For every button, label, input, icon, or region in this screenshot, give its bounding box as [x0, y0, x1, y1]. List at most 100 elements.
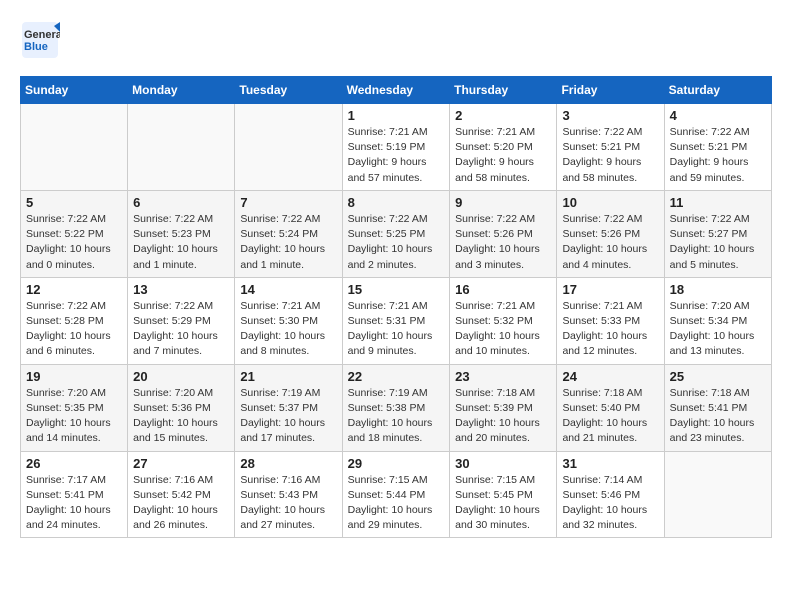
day-number: 31: [562, 456, 658, 471]
header: General Blue: [20, 20, 772, 60]
day-info: Sunrise: 7:21 AMSunset: 5:20 PMDaylight:…: [455, 125, 551, 186]
day-number: 8: [348, 195, 445, 210]
day-number: 2: [455, 108, 551, 123]
day-number: 18: [670, 282, 766, 297]
logo-container: General Blue: [20, 20, 60, 60]
calendar-cell: 17 Sunrise: 7:21 AMSunset: 5:33 PMDayligh…: [557, 277, 664, 364]
calendar-cell: 31 Sunrise: 7:14 AMSunset: 5:46 PMDayligh…: [557, 451, 664, 538]
calendar-cell: 10 Sunrise: 7:22 AMSunset: 5:26 PMDayligh…: [557, 190, 664, 277]
day-number: 14: [240, 282, 336, 297]
weekday-header: Tuesday: [235, 77, 342, 104]
calendar-cell: [128, 104, 235, 191]
calendar-cell: 21 Sunrise: 7:19 AMSunset: 5:37 PMDayligh…: [235, 364, 342, 451]
calendar-cell: 28 Sunrise: 7:16 AMSunset: 5:43 PMDayligh…: [235, 451, 342, 538]
day-info: Sunrise: 7:21 AMSunset: 5:33 PMDaylight:…: [562, 299, 658, 360]
calendar-cell: 25Sunrise: 7:18 AMSunset: 5:41 PMDayligh…: [664, 364, 771, 451]
calendar-week-row: 1Sunrise: 7:21 AMSunset: 5:19 PMDaylight…: [21, 104, 772, 191]
weekday-header: Saturday: [664, 77, 771, 104]
calendar-cell: 24 Sunrise: 7:18 AMSunset: 5:40 PMDayligh…: [557, 364, 664, 451]
day-info: Sunrise: 7:15 AMSunset: 5:44 PMDaylight:…: [348, 473, 445, 534]
calendar-cell: 20 Sunrise: 7:20 AMSunset: 5:36 PMDayligh…: [128, 364, 235, 451]
calendar-cell: 15 Sunrise: 7:21 AMSunset: 5:31 PMDayligh…: [342, 277, 450, 364]
day-number: 19: [26, 369, 122, 384]
day-number: 3: [562, 108, 658, 123]
calendar-cell: 19 Sunrise: 7:20 AMSunset: 5:35 PMDayligh…: [21, 364, 128, 451]
calendar-cell: 2 Sunrise: 7:21 AMSunset: 5:20 PMDaylight…: [450, 104, 557, 191]
day-info: Sunrise: 7:22 AMSunset: 5:21 PMDaylight:…: [562, 125, 658, 186]
day-number: 9: [455, 195, 551, 210]
calendar-cell: 5 Sunrise: 7:22 AMSunset: 5:22 PMDaylight…: [21, 190, 128, 277]
calendar-header: SundayMondayTuesdayWednesdayThursdayFrid…: [21, 77, 772, 104]
day-info: Sunrise: 7:22 AMSunset: 5:26 PMDaylight:…: [562, 212, 658, 273]
calendar-cell: 30Sunrise: 7:15 AMSunset: 5:45 PMDayligh…: [450, 451, 557, 538]
day-info: Sunrise: 7:22 AMSunset: 5:23 PMDaylight:…: [133, 212, 229, 273]
calendar-cell: 26 Sunrise: 7:17 AMSunset: 5:41 PMDayligh…: [21, 451, 128, 538]
day-number: 26: [26, 456, 122, 471]
day-number: 11: [670, 195, 766, 210]
calendar-week-row: 26 Sunrise: 7:17 AMSunset: 5:41 PMDayligh…: [21, 451, 772, 538]
day-info: Sunrise: 7:22 AMSunset: 5:26 PMDaylight:…: [455, 212, 551, 273]
day-number: 15: [348, 282, 445, 297]
day-number: 22: [348, 369, 445, 384]
calendar-cell: 12Sunrise: 7:22 AMSunset: 5:28 PMDayligh…: [21, 277, 128, 364]
calendar-cell: 4 Sunrise: 7:22 AMSunset: 5:21 PMDaylight…: [664, 104, 771, 191]
day-number: 17: [562, 282, 658, 297]
calendar-cell: 18 Sunrise: 7:20 AMSunset: 5:34 PMDayligh…: [664, 277, 771, 364]
day-info: Sunrise: 7:19 AMSunset: 5:38 PMDaylight:…: [348, 386, 445, 447]
calendar-cell: 29 Sunrise: 7:15 AMSunset: 5:44 PMDayligh…: [342, 451, 450, 538]
calendar-cell: 3 Sunrise: 7:22 AMSunset: 5:21 PMDaylight…: [557, 104, 664, 191]
day-info: Sunrise: 7:18 AMSunset: 5:41 PMDaylight:…: [670, 386, 766, 447]
day-number: 4: [670, 108, 766, 123]
weekday-header: Thursday: [450, 77, 557, 104]
day-number: 28: [240, 456, 336, 471]
day-number: 10: [562, 195, 658, 210]
day-info: Sunrise: 7:20 AMSunset: 5:34 PMDaylight:…: [670, 299, 766, 360]
day-number: 21: [240, 369, 336, 384]
calendar-cell: 14 Sunrise: 7:21 AMSunset: 5:30 PMDayligh…: [235, 277, 342, 364]
day-number: 1: [348, 108, 445, 123]
day-number: 29: [348, 456, 445, 471]
calendar-week-row: 19 Sunrise: 7:20 AMSunset: 5:35 PMDayligh…: [21, 364, 772, 451]
calendar-week-row: 12Sunrise: 7:22 AMSunset: 5:28 PMDayligh…: [21, 277, 772, 364]
weekday-header: Sunday: [21, 77, 128, 104]
calendar-cell: 8 Sunrise: 7:22 AMSunset: 5:25 PMDaylight…: [342, 190, 450, 277]
day-info: Sunrise: 7:16 AMSunset: 5:43 PMDaylight:…: [240, 473, 336, 534]
day-info: Sunrise: 7:22 AMSunset: 5:28 PMDaylight:…: [26, 299, 122, 360]
day-number: 24: [562, 369, 658, 384]
calendar-cell: 6 Sunrise: 7:22 AMSunset: 5:23 PMDaylight…: [128, 190, 235, 277]
calendar-cell: 13Sunrise: 7:22 AMSunset: 5:29 PMDayligh…: [128, 277, 235, 364]
day-info: Sunrise: 7:14 AMSunset: 5:46 PMDaylight:…: [562, 473, 658, 534]
day-info: Sunrise: 7:18 AMSunset: 5:40 PMDaylight:…: [562, 386, 658, 447]
calendar-cell: [664, 451, 771, 538]
day-number: 6: [133, 195, 229, 210]
svg-text:General: General: [24, 29, 60, 41]
day-info: Sunrise: 7:15 AMSunset: 5:45 PMDaylight:…: [455, 473, 551, 534]
calendar-cell: 23Sunrise: 7:18 AMSunset: 5:39 PMDayligh…: [450, 364, 557, 451]
day-info: Sunrise: 7:20 AMSunset: 5:35 PMDaylight:…: [26, 386, 122, 447]
day-info: Sunrise: 7:21 AMSunset: 5:31 PMDaylight:…: [348, 299, 445, 360]
day-info: Sunrise: 7:22 AMSunset: 5:27 PMDaylight:…: [670, 212, 766, 273]
day-number: 20: [133, 369, 229, 384]
day-info: Sunrise: 7:21 AMSunset: 5:32 PMDaylight:…: [455, 299, 551, 360]
svg-text:Blue: Blue: [24, 41, 48, 53]
weekday-header: Friday: [557, 77, 664, 104]
day-number: 7: [240, 195, 336, 210]
day-number: 5: [26, 195, 122, 210]
day-info: Sunrise: 7:22 AMSunset: 5:22 PMDaylight:…: [26, 212, 122, 273]
weekday-header: Monday: [128, 77, 235, 104]
logo: General Blue: [20, 20, 60, 60]
calendar-cell: 27Sunrise: 7:16 AMSunset: 5:42 PMDayligh…: [128, 451, 235, 538]
day-info: Sunrise: 7:19 AMSunset: 5:37 PMDaylight:…: [240, 386, 336, 447]
logo-svg: General Blue: [20, 20, 60, 60]
day-info: Sunrise: 7:21 AMSunset: 5:30 PMDaylight:…: [240, 299, 336, 360]
calendar-week-row: 5 Sunrise: 7:22 AMSunset: 5:22 PMDaylight…: [21, 190, 772, 277]
day-info: Sunrise: 7:18 AMSunset: 5:39 PMDaylight:…: [455, 386, 551, 447]
day-number: 27: [133, 456, 229, 471]
calendar-cell: 11 Sunrise: 7:22 AMSunset: 5:27 PMDayligh…: [664, 190, 771, 277]
day-info: Sunrise: 7:22 AMSunset: 5:21 PMDaylight:…: [670, 125, 766, 186]
day-number: 16: [455, 282, 551, 297]
day-info: Sunrise: 7:20 AMSunset: 5:36 PMDaylight:…: [133, 386, 229, 447]
calendar-cell: 7Sunrise: 7:22 AMSunset: 5:24 PMDaylight…: [235, 190, 342, 277]
day-info: Sunrise: 7:22 AMSunset: 5:25 PMDaylight:…: [348, 212, 445, 273]
day-info: Sunrise: 7:17 AMSunset: 5:41 PMDaylight:…: [26, 473, 122, 534]
